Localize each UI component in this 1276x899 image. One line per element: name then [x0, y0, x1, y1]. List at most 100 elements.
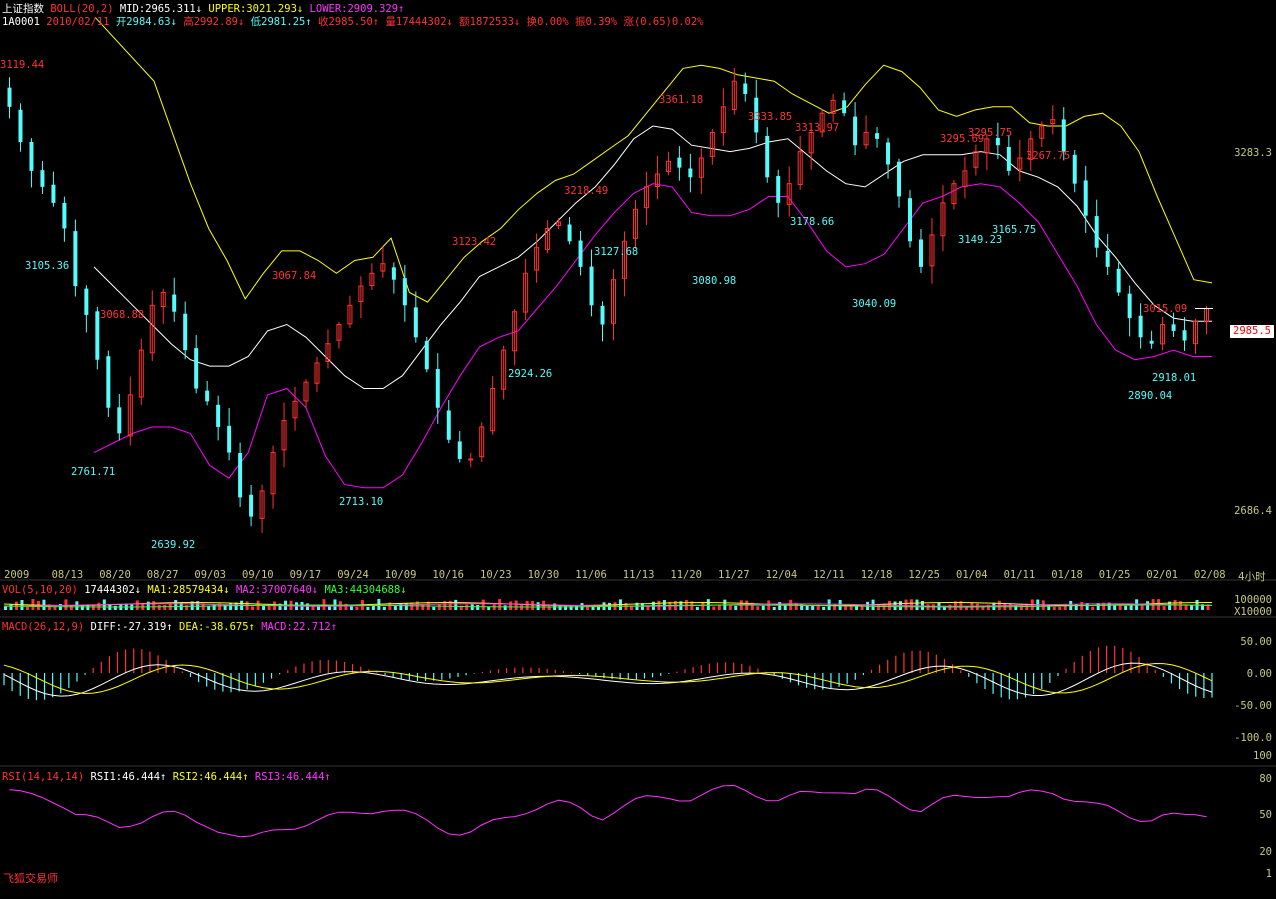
price-axis-top: 3283.3 [1234, 147, 1272, 159]
volume-bar [432, 606, 436, 610]
volume-bar [355, 606, 359, 610]
candle-body [51, 184, 56, 203]
candle-body [1182, 330, 1187, 341]
rsi-axis-label: 100 [1253, 750, 1272, 762]
candle-body [227, 425, 232, 453]
candle-body [918, 239, 923, 267]
macd-value: MACD:22.712↑ [261, 621, 338, 633]
period-label[interactable]: 4小时 [1238, 569, 1266, 584]
volume-bar [465, 604, 469, 610]
macd-axis-label: 50.00 [1240, 636, 1272, 648]
volume-bar [157, 604, 161, 610]
rsi-header: RSI(14,14,14) RSI1:46.444↑ RSI2:46.444↑ … [2, 771, 331, 783]
candle-body [897, 161, 902, 197]
price-axis-bottom: 2686.4 [1234, 505, 1272, 517]
candle-body [216, 404, 221, 427]
date-tick-label: 09/03 [194, 569, 226, 581]
candle-body [29, 141, 34, 171]
price-low-label: 3040.09 [852, 298, 897, 310]
quote-header: 1A0001 2010/02/11 开2984.63↓ 高2992.89↓ 低2… [2, 14, 704, 29]
volume-bar [349, 606, 353, 610]
price-high-label: 3333.85 [748, 111, 793, 123]
volume-bar [1190, 605, 1194, 610]
volume-bar [910, 599, 913, 610]
date-tick-label: 01/25 [1098, 569, 1131, 581]
volume-bar [844, 605, 848, 610]
price-low-label: 3105.36 [25, 260, 70, 272]
date-tick-label: 11/13 [622, 569, 655, 581]
candle-body [1072, 154, 1077, 184]
price-low-label: 3127.68 [594, 246, 639, 258]
price-low-label: 2761.71 [71, 466, 116, 478]
rsi-axis-label: 50 [1259, 809, 1272, 821]
candle-body [765, 136, 770, 178]
rsi-axis-label: 1 [1265, 868, 1272, 880]
candle-body [402, 278, 407, 306]
candle-body [1006, 146, 1011, 171]
price-low-label: 2918.01 [1152, 372, 1197, 384]
macd-title[interactable]: MACD(26,12,9) [2, 621, 84, 633]
volume-bar [393, 606, 397, 610]
volume-bar [421, 604, 425, 610]
price-high-label: 3295.75 [968, 127, 1013, 139]
vol-title[interactable]: VOL(5,10,20) [2, 584, 78, 596]
candle-body [677, 157, 682, 168]
date-tick-label: 01/04 [956, 569, 988, 581]
volume-bar [404, 603, 408, 610]
candle-body [567, 224, 572, 242]
candle-body [875, 133, 880, 139]
rsi-1: RSI1:46.444↑ [90, 771, 167, 783]
volume-bar [437, 604, 441, 610]
volume-bar [1146, 601, 1150, 610]
candle-body [457, 441, 462, 459]
volume-bar [509, 601, 513, 610]
volume-bar [849, 606, 853, 610]
volume-bar [536, 602, 540, 610]
volume-bar [712, 606, 716, 610]
volume-bar [1052, 606, 1056, 610]
volume-bar [1162, 606, 1166, 610]
candle-body [886, 142, 891, 165]
price-low-label: 2890.04 [1128, 390, 1173, 402]
macd-axis-label: 0.00 [1246, 668, 1272, 680]
candle-body [205, 390, 210, 402]
app-brand: 飞狐交易师 [3, 872, 58, 885]
quote-turnover: 换0.00% [526, 16, 569, 28]
volume-bar [514, 600, 518, 610]
volume-bar [399, 603, 403, 610]
volume-bar [569, 605, 573, 610]
candle-body [117, 407, 122, 434]
date-tick-label: 08/13 [51, 569, 84, 581]
volume-bar [223, 604, 227, 610]
volume-bar [97, 602, 101, 610]
volume-bar [761, 605, 765, 610]
index-code: 1A0001 [2, 16, 40, 28]
macd-axis-label: -50.00 [1234, 700, 1272, 712]
candle-body [688, 168, 693, 178]
date-tick-label: 11/20 [670, 569, 702, 581]
volume-bar [833, 603, 837, 610]
last-price-tag: 2985.5 [1230, 325, 1274, 338]
price-low-label: 3165.75 [992, 224, 1037, 236]
date-tick-label: 01/11 [1003, 569, 1036, 581]
candle-body [1094, 216, 1099, 248]
rsi-2: RSI2:46.444↑ [172, 771, 249, 783]
candle-body [853, 116, 858, 146]
candle-body [908, 198, 912, 242]
chart-canvas [0, 16, 1276, 838]
volume-bar [64, 599, 68, 610]
candle-body [446, 410, 451, 440]
volume-bar [1091, 606, 1095, 610]
quote-close: 收2985.50↑ [318, 16, 380, 28]
rsi-title[interactable]: RSI(14,14,14) [2, 771, 84, 783]
volume-bar [827, 599, 831, 610]
volume-bar [717, 604, 721, 610]
volume-bar [531, 601, 535, 610]
volume-bar [366, 606, 370, 610]
vol-value: 17444302↓ [84, 584, 142, 596]
date-tick-label: 10/23 [480, 569, 512, 581]
volume-bar [371, 605, 375, 610]
quote-amount: 额1872533↓ [459, 16, 521, 28]
price-low-label: 2924.26 [508, 368, 553, 380]
macd-dea-line [3, 662, 1213, 695]
